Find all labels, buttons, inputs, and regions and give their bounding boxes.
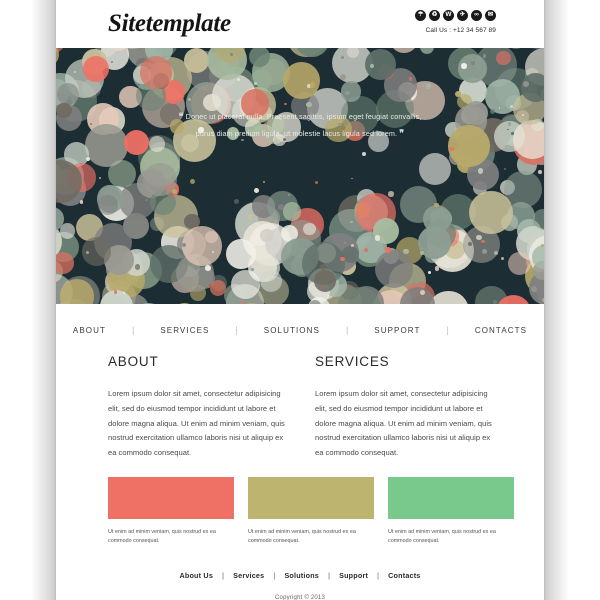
nav-item-support[interactable]: SUPPORT	[348, 326, 446, 335]
site-footer: About Us | Services | Solutions | Support | Cont…	[56, 565, 544, 600]
feature-box: Ut enim ad minim veniam, quis nostrud ex…	[108, 476, 234, 547]
nav-item-contacts[interactable]: CONTACTS	[449, 326, 553, 335]
feature-box: Ut enim ad minim veniam, quis nostrud ex…	[388, 476, 514, 547]
recycle-icon[interactable]: ♻	[429, 10, 440, 21]
footer-item-support[interactable]: Support	[330, 571, 377, 580]
main-navigation: ABOUT | SERVICES | SOLUTIONS | SUPPORT | CONTACT…	[56, 304, 544, 346]
footer-item-solutions[interactable]: Solutions	[275, 571, 328, 580]
column-heading: SERVICES	[315, 354, 390, 369]
flickr-icon[interactable]: ∞	[471, 10, 482, 21]
feature-box-caption: Ut enim ad minim veniam, quis nostrud ex…	[388, 528, 496, 545]
compass-icon[interactable]: ✈	[457, 10, 468, 21]
feature-box-swatch[interactable]	[248, 476, 374, 519]
site-logo[interactable]: Sitetemplate	[108, 10, 231, 38]
nav-item-about[interactable]: ABOUT	[47, 326, 132, 335]
feature-box-row: Ut enim ad minim veniam, quis nostrud ex…	[56, 461, 544, 547]
feature-box-swatch[interactable]	[388, 476, 514, 519]
social-icon-row: ☂ ♻ W ✈ ∞ ✉	[415, 10, 496, 21]
site-header: Sitetemplate ☂ ♻ W ✈ ∞ ✉ Call Us : +12 34 567…	[56, 0, 544, 48]
footer-item-about-us[interactable]: About Us	[170, 571, 222, 580]
column-body-text: Lorem ipsum dolor sit amet, consectetur …	[315, 389, 492, 458]
content-page: ABOUT | SERVICES | SOLUTIONS | SUPPORT | CONTACT…	[56, 304, 544, 600]
dropbox-icon[interactable]: ☂	[415, 10, 426, 21]
email-icon[interactable]: ✉	[485, 10, 496, 21]
footer-item-contacts[interactable]: Contacts	[379, 571, 429, 580]
column-heading: ABOUT	[108, 354, 159, 369]
feature-box-caption: Ut enim ad minim veniam, quis nostrud ex…	[248, 528, 356, 545]
hero-quote-text: Donec ut placerat nulla. Praesent sagitt…	[185, 112, 422, 138]
call-us-text: Call Us : +12 34 567 89	[425, 27, 496, 34]
content-column: ABOUT Lorem ipsum dolor sit amet, consect…	[108, 354, 285, 461]
feature-box-caption: Ut enim ad minim veniam, quis nostrud ex…	[108, 528, 216, 545]
feature-box: Ut enim ad minim veniam, quis nostrud ex…	[248, 476, 374, 547]
copyright-text: Copyright © 2013	[275, 594, 325, 600]
page-root: ❝ Donec ut placerat nulla. Praesent sagi…	[0, 0, 600, 600]
hero-band	[0, 48, 600, 304]
footer-item-services[interactable]: Services	[224, 571, 273, 580]
footer-navigation: About Us | Services | Solutions | Support | Cont…	[56, 565, 544, 583]
content-columns: ABOUT Lorem ipsum dolor sit amet, consect…	[56, 346, 544, 461]
hero-quote: ❝ Donec ut placerat nulla. Praesent sagi…	[56, 108, 544, 141]
content-column: SERVICES Lorem ipsum dolor sit amet, cons…	[315, 354, 492, 461]
quote-close-icon: ❞	[399, 127, 405, 138]
nav-item-services[interactable]: SERVICES	[134, 326, 235, 335]
nav-item-solutions[interactable]: SOLUTIONS	[238, 326, 346, 335]
column-body-text: Lorem ipsum dolor sit amet, consectetur …	[108, 389, 285, 458]
feature-box-swatch[interactable]	[108, 476, 234, 519]
hero-dot-pattern	[56, 48, 544, 304]
quote-open-icon: ❝	[178, 111, 184, 121]
wordpress-icon[interactable]: W	[443, 10, 454, 21]
